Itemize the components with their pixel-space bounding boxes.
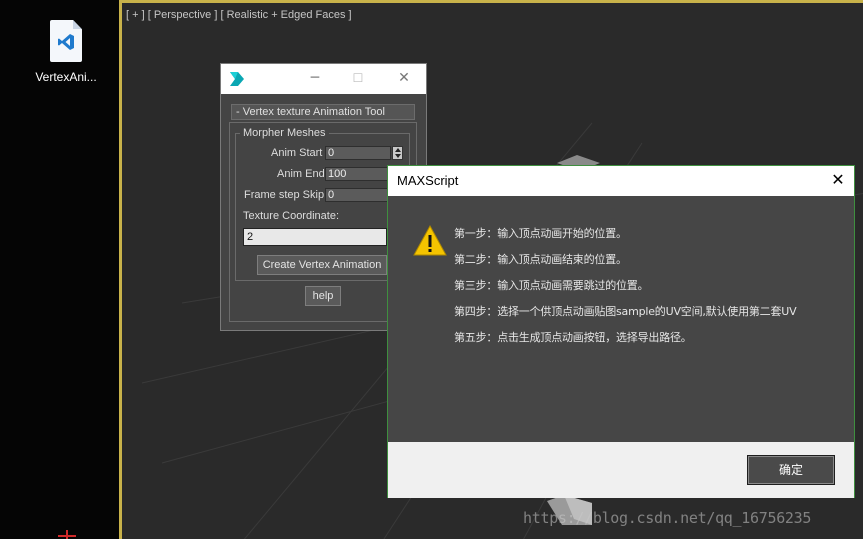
warning-icon <box>413 224 447 256</box>
anim-end-spinner[interactable]: 100 <box>325 167 391 181</box>
frame-step-label: Frame step Skip <box>244 189 325 201</box>
desktop-icon-label: VertexAni... <box>35 70 97 84</box>
ok-button[interactable]: 确定 <box>747 455 835 485</box>
anim-end-label: Anim End <box>277 168 325 180</box>
maxscript-titlebar[interactable]: MAXScript ✕ <box>388 166 854 196</box>
desktop: VertexAni... <box>0 0 119 539</box>
vertex-tool-titlebar[interactable]: ─ ☐ ✕ <box>221 64 426 94</box>
vscode-file-icon <box>50 20 82 62</box>
instruction-line: 第二步：输入顶点动画结束的位置。 <box>454 253 627 266</box>
anim-start-spinner-arrows[interactable] <box>392 146 403 160</box>
create-vertex-animation-button[interactable]: Create Vertex Animation <box>257 255 387 275</box>
help-button[interactable]: help <box>305 286 341 306</box>
viewport-label[interactable]: [ + ] [ Perspective ] [ Realistic + Edge… <box>126 9 352 21</box>
texture-coordinate-field[interactable]: 2 <box>243 228 387 246</box>
maxscript-dialog: MAXScript ✕ 第一步：输入顶点动画开始的位置。 第二步：输入顶点动画结… <box>387 165 855 498</box>
morpher-meshes-legend: Morpher Meshes <box>240 127 329 139</box>
instruction-line: 第三步：输入顶点动画需要跳过的位置。 <box>454 279 649 292</box>
3dsmax-icon <box>230 72 244 86</box>
instruction-line: 第一步：输入顶点动画开始的位置。 <box>454 227 627 240</box>
minimize-icon[interactable]: ─ <box>308 71 322 85</box>
frame-step-spinner[interactable]: 0 <box>325 188 391 202</box>
instruction-line: 第四步：选择一个供顶点动画贴图sample的UV空间,默认使用第二套UV <box>454 305 797 318</box>
texture-coordinate-label: Texture Coordinate: <box>243 210 339 222</box>
close-icon[interactable]: ✕ <box>397 71 411 85</box>
anim-start-label: Anim Start <box>271 147 323 159</box>
maximize-icon[interactable]: ☐ <box>351 71 365 85</box>
watermark: https://blog.csdn.net/qq_16756235 <box>523 509 812 527</box>
rollout-header[interactable]: - Vertex texture Animation Tool <box>231 104 415 120</box>
instruction-line: 第五步：点击生成顶点动画按钮，选择导出路径。 <box>454 331 692 344</box>
desktop-file-shortcut[interactable]: VertexAni... <box>22 20 110 84</box>
dialog-title: MAXScript <box>397 173 459 188</box>
close-icon[interactable]: ✕ <box>830 172 846 188</box>
taskbar-icon-partial <box>58 530 76 539</box>
anim-start-spinner[interactable]: 0 <box>325 146 391 160</box>
